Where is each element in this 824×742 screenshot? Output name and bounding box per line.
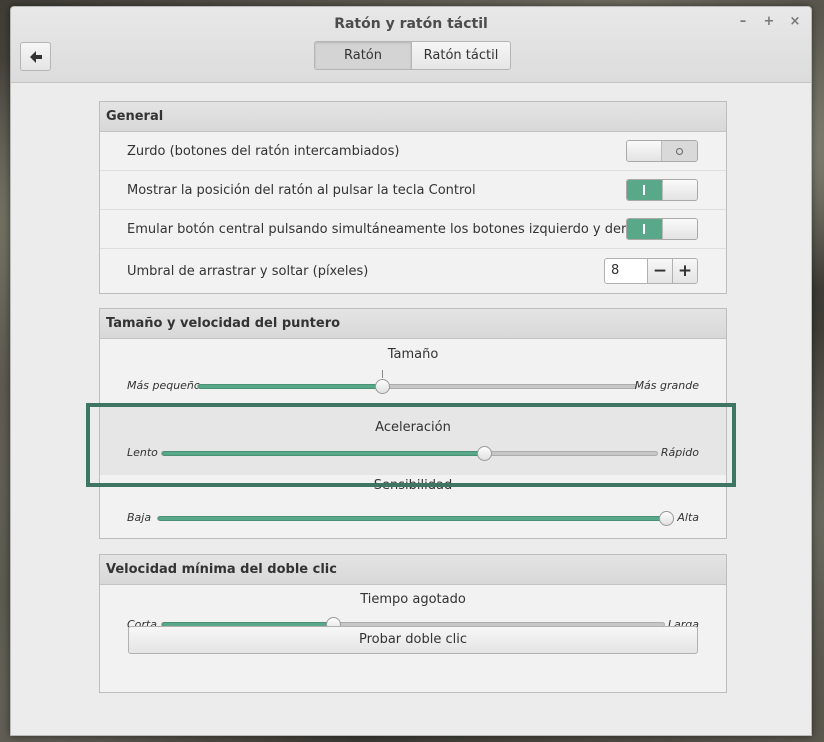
row-label: Umbral de arrastrar y soltar (píxeles): [127, 263, 369, 279]
slider-fill: [158, 516, 666, 521]
window-title: Ratón y ratón táctil: [334, 16, 488, 32]
acceleration-slider[interactable]: [161, 446, 658, 461]
left-handed-row: Zurdo (botones del ratón intercambiados): [100, 132, 726, 171]
tab-touchpad[interactable]: Ratón táctil: [412, 42, 510, 69]
double-click-section: Velocidad mínima del doble clic Tiempo a…: [99, 554, 727, 693]
sensitivity-slider[interactable]: [157, 511, 674, 526]
minimize-button[interactable]: –: [737, 15, 749, 29]
drag-threshold-spinner: 8 − +: [604, 258, 698, 284]
middle-click-row: Emular botón central pulsando simultánea…: [100, 210, 726, 249]
switch-knob: [627, 141, 663, 161]
close-button[interactable]: ×: [789, 15, 801, 29]
middle-click-switch[interactable]: [626, 218, 698, 240]
arrow-left-icon: [29, 50, 42, 63]
tab-mouse[interactable]: Ratón: [315, 42, 412, 69]
drag-threshold-row: Umbral de arrastrar y soltar (píxeles) 8…: [100, 249, 726, 293]
slider-thumb[interactable]: [374, 379, 390, 394]
switch-knob: [661, 219, 697, 239]
acceleration-slider-row: Aceleración Lento Rápido: [100, 403, 726, 475]
drag-threshold-input[interactable]: 8: [605, 259, 647, 283]
section-header: Velocidad mínima del doble clic: [100, 555, 726, 585]
slider-max-label: Más grande: [634, 379, 699, 392]
pointer-section: Tamaño y velocidad del puntero Tamaño Má…: [99, 308, 727, 539]
show-pointer-row: Mostrar la posición del ratón al pulsar …: [100, 171, 726, 210]
section-header: Tamaño y velocidad del puntero: [100, 309, 726, 339]
back-button[interactable]: [20, 42, 51, 71]
slider-thumb[interactable]: [476, 446, 492, 461]
titlebar: Ratón y ratón táctil – + × Ratón Ratón t…: [11, 7, 811, 83]
slider-max-label: Rápido: [660, 446, 699, 459]
size-slider-row: Tamaño Más pequeño Más grande: [100, 339, 726, 403]
switch-on-indicator: [627, 219, 662, 239]
off-circle-icon: [676, 147, 683, 155]
switch-knob: [661, 180, 697, 200]
switch-on-indicator: [627, 180, 662, 200]
slider-fill: [162, 451, 484, 456]
settings-window: Ratón y ratón táctil – + × Ratón Ratón t…: [10, 6, 812, 736]
window-controls: – + ×: [737, 15, 801, 29]
maximize-button[interactable]: +: [763, 15, 775, 29]
on-bar-icon: [643, 185, 646, 195]
slider-thumb[interactable]: [659, 511, 674, 526]
left-handed-switch[interactable]: [626, 140, 698, 162]
show-pointer-switch[interactable]: [626, 179, 698, 201]
on-bar-icon: [643, 224, 646, 234]
slider-title: Tamaño: [387, 347, 439, 362]
slider-title: Aceleración: [375, 420, 451, 435]
size-slider[interactable]: [197, 370, 637, 394]
section-header: General: [100, 102, 726, 132]
row-label: Emular botón central pulsando simultánea…: [127, 221, 658, 237]
slider-min-label: Lento: [127, 446, 158, 459]
decrement-button[interactable]: −: [647, 259, 672, 283]
row-label: Zurdo (botones del ratón intercambiados): [127, 143, 400, 159]
slider-min-label: Más pequeño: [127, 379, 201, 392]
increment-button[interactable]: +: [672, 259, 697, 283]
switch-off-indicator: [662, 141, 697, 161]
slider-min-label: Baja: [127, 511, 152, 524]
tab-switcher: Ratón Ratón táctil: [314, 41, 511, 70]
row-label: Mostrar la posición del ratón al pulsar …: [127, 182, 476, 198]
test-double-click-button[interactable]: Probar doble clic: [128, 626, 698, 654]
sensitivity-slider-row: Sensibilidad Baja Alta: [100, 475, 726, 539]
slider-title: Tiempo agotado: [360, 592, 466, 607]
slider-max-label: Alta: [677, 511, 699, 524]
general-section: General Zurdo (botones del ratón interca…: [99, 101, 727, 294]
slider-mark: [381, 370, 383, 378]
slider-fill: [198, 384, 382, 389]
slider-title: Sensibilidad: [373, 478, 453, 493]
